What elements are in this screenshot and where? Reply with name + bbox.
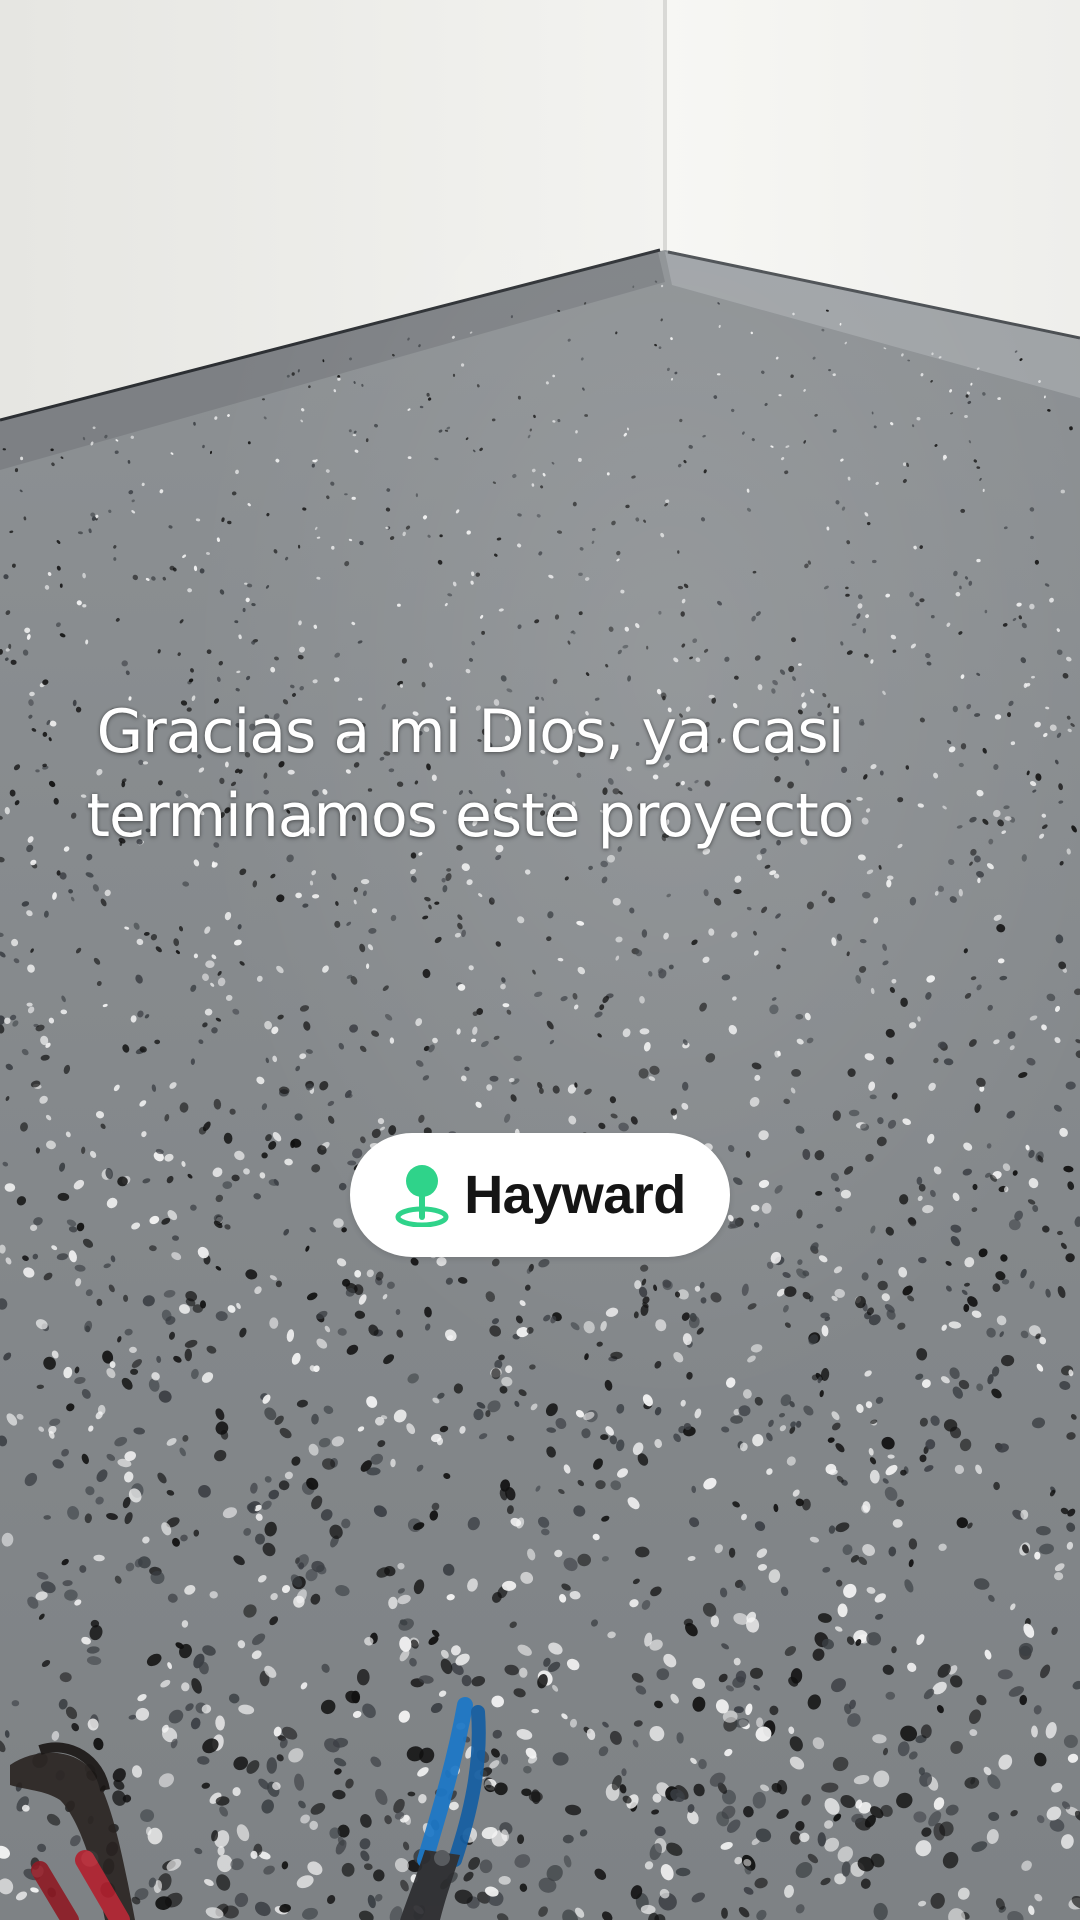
location-pin-icon: [394, 1163, 450, 1228]
location-sticker[interactable]: Hayward: [350, 1133, 730, 1257]
caption-line-1: Gracias a mi Dios, ya casi: [96, 697, 845, 767]
location-name: Hayward: [464, 1165, 686, 1225]
video-frame[interactable]: [0, 0, 1080, 1920]
caption-line-2: terminamos este proyecto: [86, 781, 855, 851]
garage-floor-photo: [0, 0, 1080, 1920]
video-caption: Gracias a mi Dios, ya casi terminamos es…: [0, 690, 940, 858]
floor-sheen: [0, 250, 1080, 1920]
